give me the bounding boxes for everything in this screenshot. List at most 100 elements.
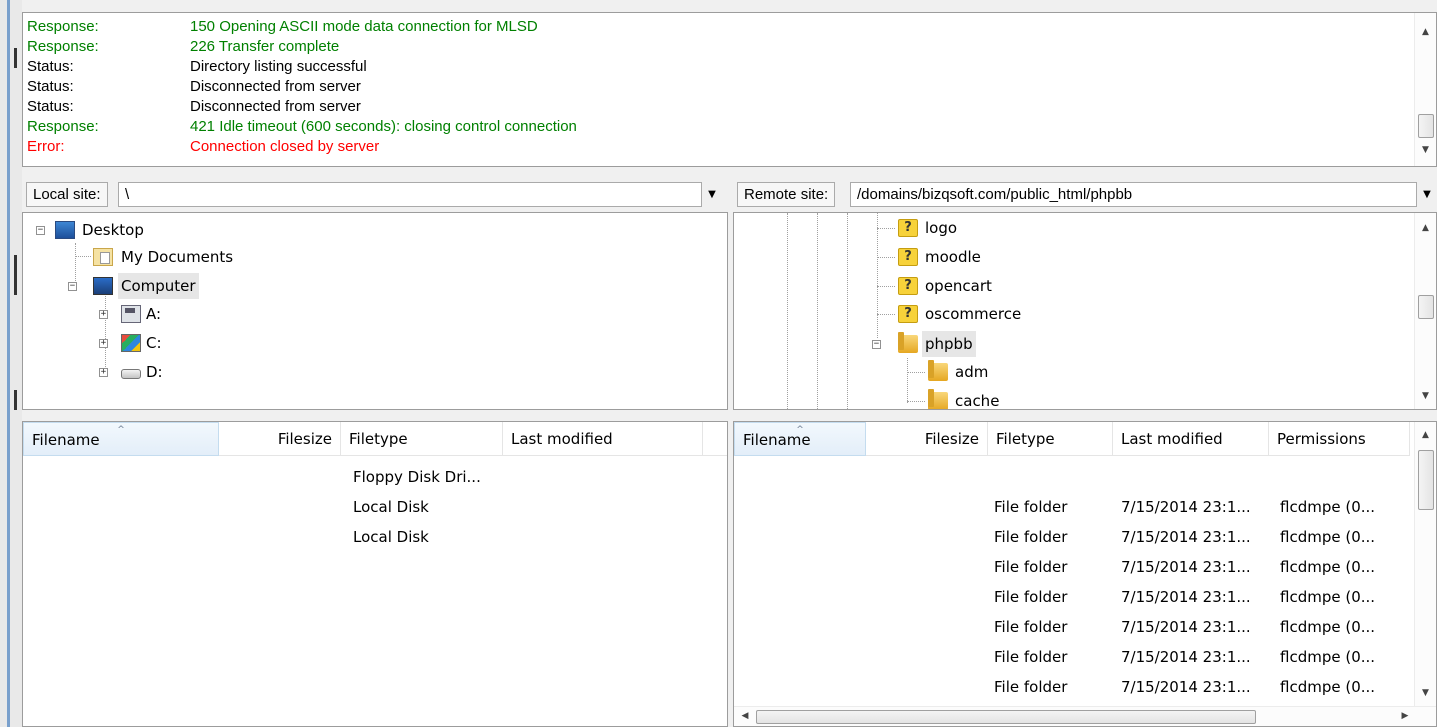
disk-drive-icon — [121, 369, 141, 379]
file-modified: 7/15/2014 23:1... — [1121, 498, 1251, 516]
remote-directory-tree[interactable]: ? logo ? moodle ? opencart ? oscommerce … — [733, 212, 1437, 410]
column-label: Permissions — [1277, 430, 1366, 448]
scroll-thumb[interactable] — [756, 710, 1256, 724]
local-file-list[interactable]: ^ Filename Filesize Filetype Last modifi… — [22, 421, 728, 727]
scroll-left-icon[interactable]: ◀ — [736, 707, 754, 726]
file-type: File folder — [994, 558, 1068, 576]
file-row-d-drive[interactable]: D: Local Disk — [23, 522, 727, 552]
log-label: Status: — [27, 58, 74, 75]
collapse-icon[interactable]: − — [872, 340, 881, 349]
file-permissions: flcdmpe (0... — [1280, 618, 1376, 636]
scroll-up-icon[interactable]: ▲ — [1415, 426, 1436, 444]
file-permissions: flcdmpe (0... — [1280, 648, 1376, 666]
file-row-c-drive[interactable]: C: Local Disk — [23, 492, 727, 522]
tree-line — [105, 293, 106, 373]
column-last-modified[interactable]: Last modified — [503, 422, 703, 456]
column-permissions[interactable]: Permissions — [1269, 422, 1410, 456]
unknown-folder-icon: ? — [898, 248, 918, 266]
file-modified: 7/15/2014 23:1... — [1121, 648, 1251, 666]
file-row-parent[interactable]: .. — [734, 462, 1410, 492]
scroll-thumb[interactable] — [1418, 450, 1434, 510]
scroll-up-icon[interactable]: ▲ — [1415, 219, 1436, 237]
folder-icon — [928, 389, 948, 409]
tree-line — [877, 213, 878, 338]
file-row-a-drive[interactable]: A: Floppy Disk Dri... — [23, 462, 727, 492]
log-label: Status: — [27, 98, 74, 115]
file-row-cache[interactable]: cache File folder 7/15/2014 23:1... flcd… — [734, 522, 1410, 552]
local-directory-tree[interactable]: − Desktop My Documents − Computer + A: +… — [22, 212, 728, 410]
tree-line — [817, 213, 818, 409]
column-filetype[interactable]: Filetype — [988, 422, 1113, 456]
expand-icon[interactable]: + — [99, 339, 108, 348]
floppy-drive-icon — [121, 305, 141, 323]
file-permissions: flcdmpe (0... — [1280, 528, 1376, 546]
file-row-docs[interactable]: docs File folder 7/15/2014 23:1... flcdm… — [734, 552, 1410, 582]
scroll-down-icon[interactable]: ▼ — [1415, 141, 1436, 159]
column-filename[interactable]: ^ Filename — [734, 422, 866, 456]
scroll-thumb[interactable] — [1418, 295, 1434, 319]
message-log[interactable]: Response: 150 Opening ASCII mode data con… — [22, 12, 1437, 167]
scroll-right-icon[interactable]: ▶ — [1396, 707, 1414, 726]
local-path-combo[interactable]: \ — [118, 182, 702, 207]
collapse-icon[interactable]: − — [36, 226, 45, 235]
tree-line — [877, 314, 895, 315]
file-row-includes[interactable]: includes File folder 7/15/2014 23:1... f… — [734, 672, 1410, 702]
edge-bar — [7, 0, 10, 727]
log-message: 226 Transfer complete — [190, 38, 340, 55]
log-message: Directory listing successful — [190, 58, 367, 75]
log-label: Response: — [27, 18, 99, 35]
folder-icon — [898, 332, 918, 353]
file-modified: 7/15/2014 23:1... — [1121, 558, 1251, 576]
window-left-edge — [0, 0, 22, 727]
remote-path-combo[interactable]: /domains/bizqsoft.com/public_html/phpbb — [850, 182, 1417, 207]
unknown-folder-icon: ? — [898, 305, 918, 323]
file-type: Local Disk — [353, 498, 429, 516]
file-permissions: flcdmpe (0... — [1280, 588, 1376, 606]
tree-line — [907, 401, 925, 402]
chevron-down-icon[interactable]: ▼ — [702, 182, 722, 207]
remote-tree-scrollbar[interactable]: ▲ ▼ — [1414, 213, 1436, 409]
remote-site-bar: Remote site: /domains/bizqsoft.com/publi… — [733, 178, 1437, 210]
chevron-down-icon[interactable]: ▼ — [1417, 182, 1437, 207]
tree-item-label: Computer — [118, 273, 199, 299]
column-label: Filetype — [996, 430, 1055, 448]
file-row-adm[interactable]: adm File folder 7/15/2014 23:1... flcdmp… — [734, 492, 1410, 522]
scroll-up-icon[interactable]: ▲ — [1415, 23, 1436, 41]
log-label: Response: — [27, 118, 99, 135]
scroll-down-icon[interactable]: ▼ — [1415, 387, 1436, 405]
file-row-download[interactable]: download File folder 7/15/2014 23:1... f… — [734, 582, 1410, 612]
file-type: File folder — [994, 618, 1068, 636]
file-modified: 7/15/2014 23:1... — [1121, 588, 1251, 606]
remote-list-vscrollbar[interactable]: ▲ ▼ — [1414, 422, 1436, 706]
file-row-files[interactable]: files File folder 7/15/2014 23:1... flcd… — [734, 612, 1410, 642]
column-filesize[interactable]: Filesize — [219, 422, 341, 456]
remote-list-hscrollbar[interactable]: ◀ ▶ — [734, 706, 1436, 726]
column-filename[interactable]: ^ Filename — [23, 422, 219, 456]
file-permissions: flcdmpe (0... — [1280, 558, 1376, 576]
scroll-thumb[interactable] — [1418, 114, 1434, 138]
expand-icon[interactable]: + — [99, 310, 108, 319]
file-type: File folder — [994, 498, 1068, 516]
file-type: File folder — [994, 678, 1068, 696]
remote-list-header: ^ Filename Filesize Filetype Last modifi… — [734, 422, 1410, 456]
file-type: File folder — [994, 648, 1068, 666]
filezilla-window: Response: 150 Opening ASCII mode data con… — [0, 0, 1437, 727]
file-type: File folder — [994, 528, 1068, 546]
tree-item-label: My Documents — [121, 248, 234, 266]
file-type: Local Disk — [353, 528, 429, 546]
file-row-images[interactable]: images File folder 7/15/2014 23:1... flc… — [734, 642, 1410, 672]
tree-item-label: oscommerce — [925, 305, 1022, 323]
column-filesize[interactable]: Filesize — [866, 422, 988, 456]
column-filetype[interactable]: Filetype — [341, 422, 503, 456]
tree-item-label: Desktop — [82, 221, 144, 239]
scroll-down-icon[interactable]: ▼ — [1415, 684, 1436, 702]
expand-icon[interactable]: + — [99, 368, 108, 377]
column-last-modified[interactable]: Last modified — [1113, 422, 1269, 456]
unknown-folder-icon: ? — [898, 219, 918, 237]
remote-file-list[interactable]: ^ Filename Filesize Filetype Last modifi… — [733, 421, 1437, 727]
collapse-icon[interactable]: − — [68, 282, 77, 291]
tree-item-label: opencart — [925, 277, 992, 295]
file-permissions: flcdmpe (0... — [1280, 498, 1376, 516]
tree-item-label: cache — [955, 392, 1000, 410]
log-scrollbar[interactable]: ▲ ▼ — [1414, 13, 1436, 166]
